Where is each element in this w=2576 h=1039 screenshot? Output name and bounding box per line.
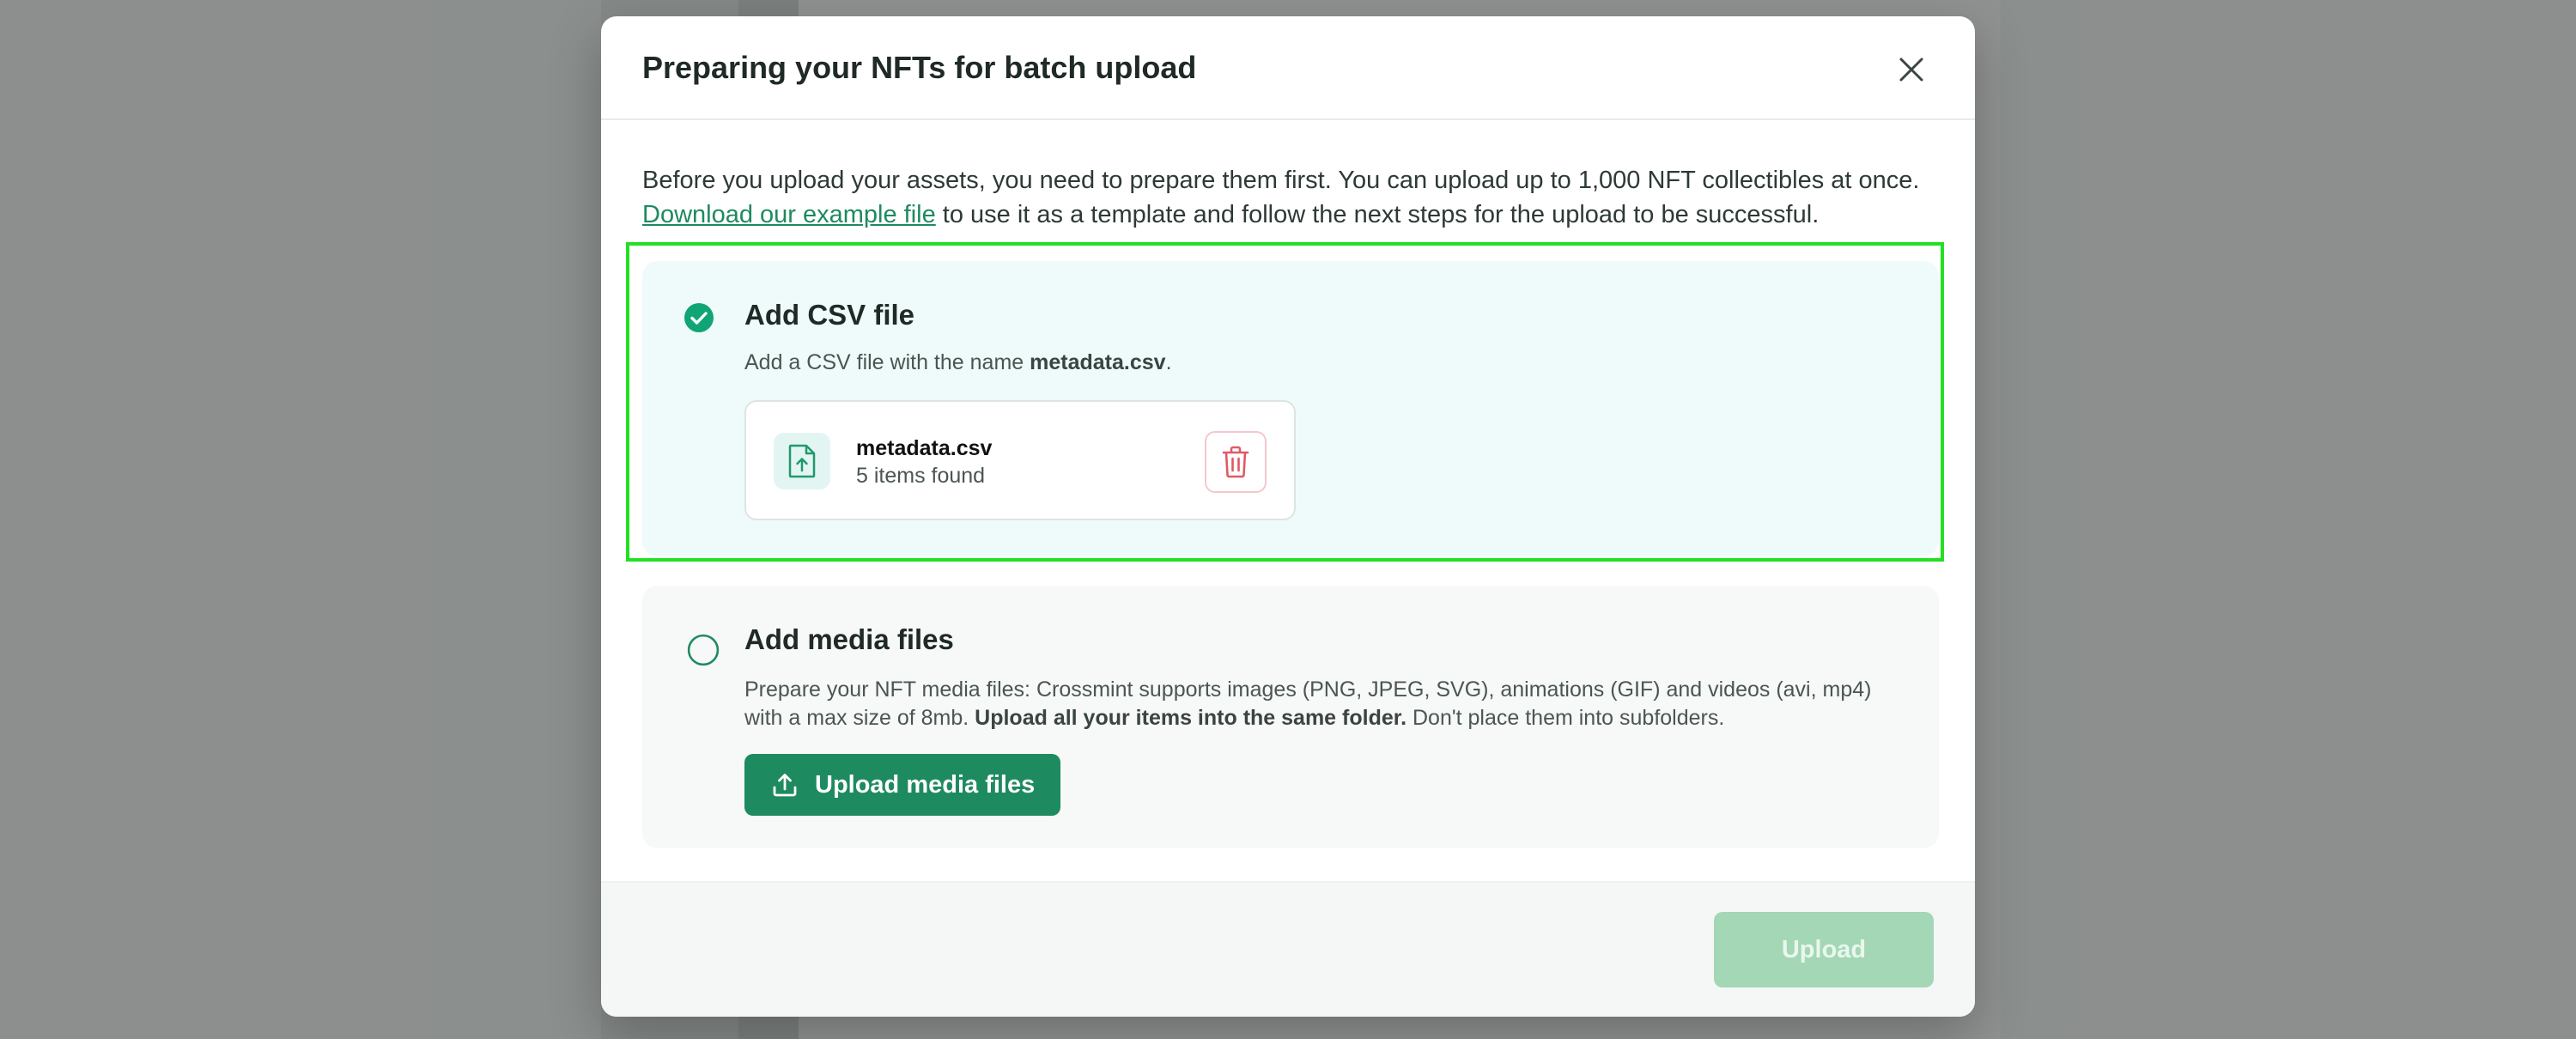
step-add-media: Add media files Prepare your NFT media f…	[642, 586, 1939, 848]
close-icon	[1899, 58, 1923, 82]
intro-text-after: to use it as a template and follow the n…	[935, 201, 1820, 228]
file-item-count: 5 items found	[856, 464, 986, 488]
empty-circle-icon	[687, 634, 720, 666]
upload-button[interactable]: Upload	[1714, 912, 1934, 987]
step-title-media: Add media files	[744, 623, 954, 655]
trash-icon	[1222, 446, 1249, 478]
download-example-link[interactable]: Download our example file	[642, 201, 936, 228]
step-add-csv: Add CSV file Add a CSV file with the nam…	[642, 261, 1939, 556]
step-desc-csv-filename: metadata.csv	[1030, 350, 1166, 374]
modal-header: Preparing your NFTs for batch upload	[601, 16, 1975, 120]
step-desc-media-after: Don't place them into subfolders.	[1406, 706, 1725, 730]
close-button[interactable]	[1894, 52, 1929, 87]
uploaded-file-card: metadata.csv 5 items found	[744, 400, 1296, 520]
step-desc-csv-after: .	[1165, 350, 1172, 374]
step-desc-csv: Add a CSV file with the name metadata.cs…	[744, 349, 1886, 377]
upload-media-files-label: Upload media files	[815, 770, 1036, 799]
intro-text-before: Before you upload your assets, you need …	[642, 167, 1920, 194]
modal-footer: Upload	[601, 881, 1975, 1017]
intro-text: Before you upload your assets, you need …	[642, 163, 1939, 232]
step-desc-media: Prepare your NFT media files: Crossmint …	[744, 676, 1886, 732]
step-desc-csv-before: Add a CSV file with the name	[744, 350, 1030, 374]
file-name: metadata.csv	[856, 436, 993, 460]
upload-media-files-button[interactable]: Upload media files	[744, 754, 1060, 816]
batch-upload-modal: Preparing your NFTs for batch upload Bef…	[601, 16, 1975, 1017]
delete-file-button[interactable]	[1205, 431, 1267, 493]
file-icon-box	[774, 433, 830, 489]
modal-title: Preparing your NFTs for batch upload	[642, 49, 1197, 85]
step-desc-media-bold: Upload all your items into the same fold…	[975, 706, 1407, 730]
modal-body: Before you upload your assets, you need …	[601, 120, 1975, 848]
upload-icon	[773, 774, 797, 797]
check-circle-icon	[684, 303, 714, 332]
file-upload-icon	[788, 444, 816, 478]
step-title-csv: Add CSV file	[744, 299, 915, 331]
